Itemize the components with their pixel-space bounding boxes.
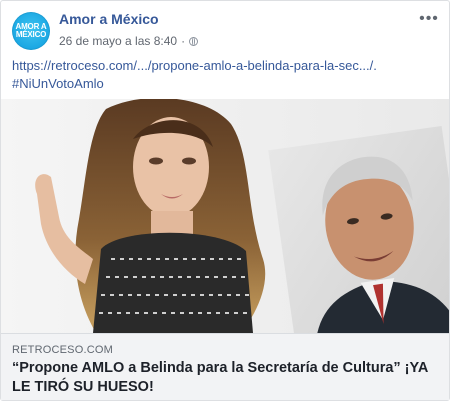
post-text: https://retroceso.com/.../propone-amlo-a…: [12, 57, 442, 93]
post-timestamp[interactable]: 26 de mayo a las 8:40: [59, 34, 177, 48]
link-title[interactable]: “Propone AMLO a Belinda para la Secretar…: [12, 359, 437, 397]
more-options-icon[interactable]: •••: [419, 11, 439, 27]
page-avatar[interactable]: AMOR A MÉXICO: [12, 12, 50, 50]
post-header: AMOR A MÉXICO Amor a México 26 de mayo a…: [1, 1, 449, 53]
post-link[interactable]: https://retroceso.com/.../propone-amlo-a…: [12, 57, 442, 75]
link-preview-image[interactable]: [1, 99, 449, 333]
avatar-logo-bottom: MÉXICO: [15, 30, 47, 39]
post-hashtag[interactable]: #NiUnVotoAmlo: [12, 75, 442, 93]
post-meta: 26 de mayo a las 8:40 ·: [59, 34, 199, 48]
link-preview[interactable]: RETROCESO.COM “Propone AMLO a Belinda pa…: [1, 333, 449, 400]
globe-icon[interactable]: [189, 36, 199, 46]
page-name-link[interactable]: Amor a México: [59, 11, 159, 27]
facebook-post: AMOR A MÉXICO Amor a México 26 de mayo a…: [0, 0, 450, 401]
meta-separator: ·: [181, 34, 186, 48]
link-domain: RETROCESO.COM: [12, 344, 113, 356]
man-photo: [268, 125, 449, 333]
